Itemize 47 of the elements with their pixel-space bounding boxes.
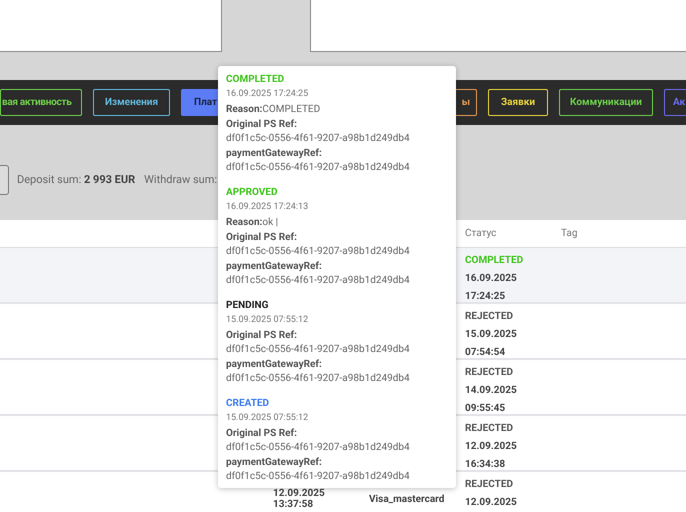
field-label: Original PS Ref:	[226, 231, 298, 245]
table-cell-text: 09:55:45	[465, 402, 506, 416]
table-cell-text: 15.09.2025	[465, 328, 518, 342]
field-value: df0f1c5c-0556-4f61-9207-a98b1d249db4	[226, 161, 411, 175]
table-cell-text: 12.09.2025	[465, 440, 518, 454]
field-value: df0f1c5c-0556-4f61-9207-a98b1d249db4	[226, 343, 411, 357]
field-value: df0f1c5c-0556-4f61-9207-a98b1d249db4	[226, 132, 411, 146]
field-value: df0f1c5c-0556-4f61-9207-a98b1d249db4	[226, 470, 411, 484]
field-value: df0f1c5c-0556-4f61-9207-a98b1d249db4	[226, 441, 411, 455]
withdraw-label: Withdraw sum:	[144, 172, 218, 188]
timestamp: 16.09.2025 17:24:13	[226, 201, 310, 214]
table-cell-text: 17:24:25	[465, 290, 506, 304]
column-header: Статус	[464, 227, 498, 241]
status-label: REJECTED	[465, 310, 514, 324]
table-cell-text: 14.09.2025	[465, 384, 518, 398]
field-label: paymentGatewayRef:	[226, 358, 323, 372]
field-value: df0f1c5c-0556-4f61-9207-a98b1d249db4	[226, 274, 411, 288]
timestamp: 15.09.2025 07:55:12	[226, 412, 310, 425]
status-title: COMPLETED	[226, 73, 286, 87]
reason-text: Reason:COMPLETED	[226, 103, 322, 117]
column-header: Tag	[560, 227, 578, 241]
status-label: REJECTED	[465, 478, 514, 492]
table-cell-text: 12.09.2025	[273, 488, 326, 499]
reason-text: Reason:ok |	[226, 216, 280, 230]
table-cell-text: 07:54:54	[465, 346, 506, 360]
table-cell-text: 12.09.2025	[465, 496, 518, 510]
table-cell: Visa_mastercard	[369, 494, 444, 505]
table-cell-text: 16:34:38	[465, 458, 506, 472]
timestamp: 15.09.2025 07:55:12	[226, 314, 310, 327]
table-cell-text: 13:37:58	[273, 499, 314, 510]
status-title: CREATED	[226, 397, 270, 411]
table-cell-text: 16.09.2025	[465, 272, 518, 286]
field-value: df0f1c5c-0556-4f61-9207-a98b1d249db4	[226, 245, 411, 259]
field-label: Original PS Ref:	[226, 118, 298, 132]
status-title: PENDING	[226, 299, 270, 313]
field-label: paymentGatewayRef:	[226, 260, 323, 274]
status-label: REJECTED	[465, 366, 514, 380]
deposit-sum: Deposit sum: 2 993 EUR	[17, 172, 136, 188]
field-value: df0f1c5c-0556-4f61-9207-a98b1d249db4	[226, 372, 411, 386]
status-label: REJECTED	[465, 422, 514, 436]
field-label: Original PS Ref:	[226, 427, 298, 441]
timestamp: 16.09.2025 17:24:25	[226, 88, 310, 101]
status-title: APPROVED	[226, 186, 278, 200]
field-label: paymentGatewayRef:	[226, 147, 323, 161]
field-label: paymentGatewayRef:	[226, 456, 323, 470]
status-label: COMPLETED	[465, 254, 524, 268]
field-label: Original PS Ref:	[226, 329, 298, 343]
